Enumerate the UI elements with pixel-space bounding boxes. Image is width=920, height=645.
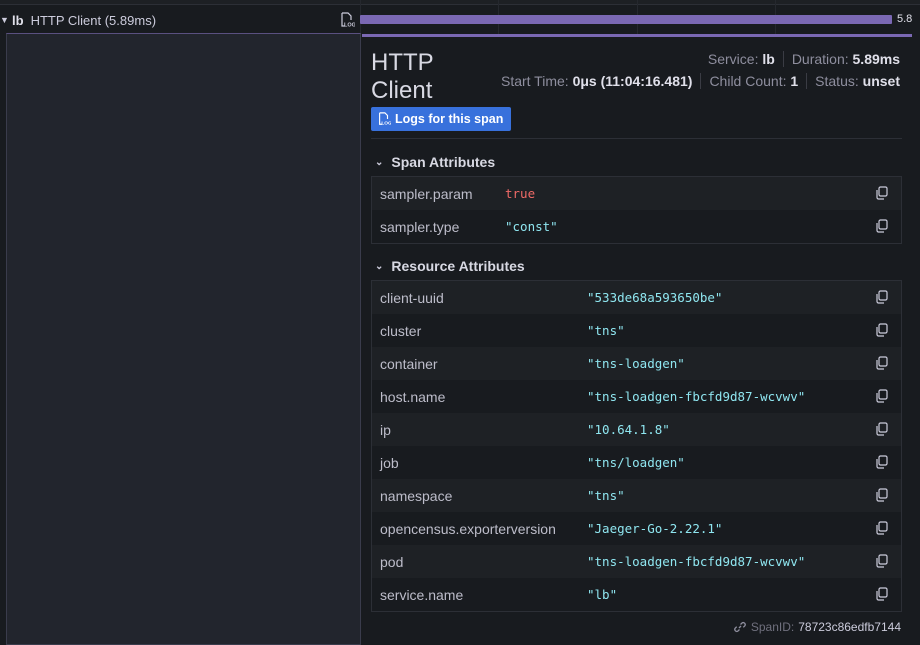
span-id-value: 78723c86edfb7144 [798,620,901,634]
status-meta: Status: unset [807,73,900,89]
attribute-key: host.name [380,388,446,405]
status-label: Status: [815,73,859,89]
copy-icon[interactable] [875,186,889,200]
duration-value: 5.89ms [852,51,900,67]
copy-icon[interactable] [875,455,889,469]
attribute-key: opencensus.exporterversion [380,520,556,537]
chevron-down-icon[interactable]: ▼ [0,15,10,25]
start-time-meta: Start Time: 0μs (11:04:16.481) [493,73,702,89]
copy-icon[interactable] [875,521,889,535]
status-value: unset [862,73,900,89]
span-meta-row-1: Service: lb Duration: 5.89ms [700,51,900,67]
copy-icon[interactable] [875,356,889,370]
span-row[interactable]: ▼ lb HTTP Client (5.89ms) LOG [0,8,360,32]
table-row: pod "tns-loadgen-fbcfd9d87-wcvwv" [372,545,901,578]
logs-icon: LOG [379,112,391,126]
attribute-key: job [380,454,399,471]
span-service-name: lb [12,12,24,28]
copy-icon[interactable] [875,389,889,403]
copy-icon[interactable] [875,422,889,436]
attribute-value: "const" [505,219,558,234]
table-row: service.name "lb" [372,578,901,611]
attribute-value: "tns" [587,323,625,338]
attribute-key: client-uuid [380,289,444,306]
table-row: opencensus.exporterversion "Jaeger-Go-2.… [372,512,901,545]
attribute-key: ip [380,421,391,438]
chevron-down-icon: ⌄ [375,156,384,168]
table-row: job "tns/loadgen" [372,446,901,479]
table-row: client-uuid "533de68a593650be" [372,281,901,314]
copy-icon[interactable] [875,290,889,304]
timeline-header [0,0,920,5]
span-attributes-title: Span Attributes [391,154,496,170]
resource-attributes-header[interactable]: ⌄ Resource Attributes [375,258,525,274]
attribute-value: true [505,186,536,201]
span-title: HTTP Client [371,49,434,104]
attribute-value: "tns/loadgen" [587,455,685,470]
attribute-key: sampler.type [380,218,460,235]
span-detail-panel: HTTP Client Service: lb Duration: 5.89ms… [361,37,920,645]
attribute-key: service.name [380,586,464,603]
chevron-down-icon: ⌄ [375,260,384,272]
span-attributes-header[interactable]: ⌄ Span Attributes [375,154,495,170]
attribute-value: "lb" [587,587,618,602]
service-value: lb [762,51,775,67]
duration-label: Duration: [791,51,849,67]
attribute-key: pod [380,553,404,570]
table-row: container "tns-loadgen" [372,347,901,380]
span-id[interactable]: SpanID: 78723c86edfb7144 [733,620,901,634]
logs-for-span-label: Logs for this span [395,112,504,126]
attribute-key: sampler.param [380,185,473,202]
copy-icon[interactable] [875,587,889,601]
table-row: sampler.type "const" [372,210,901,243]
child-count-label: Child Count: [709,73,787,89]
child-count-value: 1 [790,73,799,89]
logs-icon[interactable]: LOG [339,12,355,28]
service-meta: Service: lb [700,51,784,67]
link-icon [734,621,746,633]
attribute-value: "Jaeger-Go-2.22.1" [587,521,723,536]
resource-attributes-table: client-uuid "533de68a593650be" cluster "… [371,280,902,612]
span-tree-pane [6,33,361,645]
table-row: namespace "tns" [372,479,901,512]
copy-icon[interactable] [875,554,889,568]
service-label: Service: [707,51,759,67]
span-attributes-table: sampler.param true sampler.type "const" [371,176,902,244]
start-time-value: 0μs (11:04:16.481) [572,73,693,89]
attribute-value: "tns" [587,488,625,503]
attribute-value: "533de68a593650be" [587,290,723,305]
span-meta-row-2: Start Time: 0μs (11:04:16.481) Child Cou… [493,73,900,89]
child-count-meta: Child Count: 1 [701,73,808,89]
copy-icon[interactable] [875,219,889,233]
span-id-label: SpanID: [750,620,795,634]
attribute-key: cluster [380,322,422,339]
logs-for-span-button[interactable]: LOG Logs for this span [371,107,512,131]
resource-attributes-title: Resource Attributes [391,258,525,274]
duration-meta: Duration: 5.89ms [784,51,900,67]
span-operation-name: HTTP Client (5.89ms) [30,12,157,28]
attribute-value: "tns-loadgen" [587,356,685,371]
attribute-value: "tns-loadgen-fbcfd9d87-wcvwv" [587,554,806,569]
trace-view: ▼ lb HTTP Client (5.89ms) LOG 5.8 HTTP C… [0,0,920,645]
span-duration-bar[interactable] [360,15,892,24]
span-duration-label: 5.8 [897,13,913,25]
attribute-key: namespace [380,487,453,504]
copy-icon[interactable] [875,488,889,502]
attribute-value: "10.64.1.8" [587,422,670,437]
copy-icon[interactable] [875,323,889,337]
svg-text:LOG: LOG [381,121,391,126]
svg-text:LOG: LOG [344,23,355,29]
table-row: sampler.param true [372,177,901,210]
divider [371,138,902,139]
table-row: host.name "tns-loadgen-fbcfd9d87-wcvwv" [372,380,901,413]
attribute-value: "tns-loadgen-fbcfd9d87-wcvwv" [587,389,806,404]
start-time-label: Start Time: [500,73,569,89]
table-row: ip "10.64.1.8" [372,413,901,446]
table-row: cluster "tns" [372,314,901,347]
attribute-key: container [380,355,438,372]
